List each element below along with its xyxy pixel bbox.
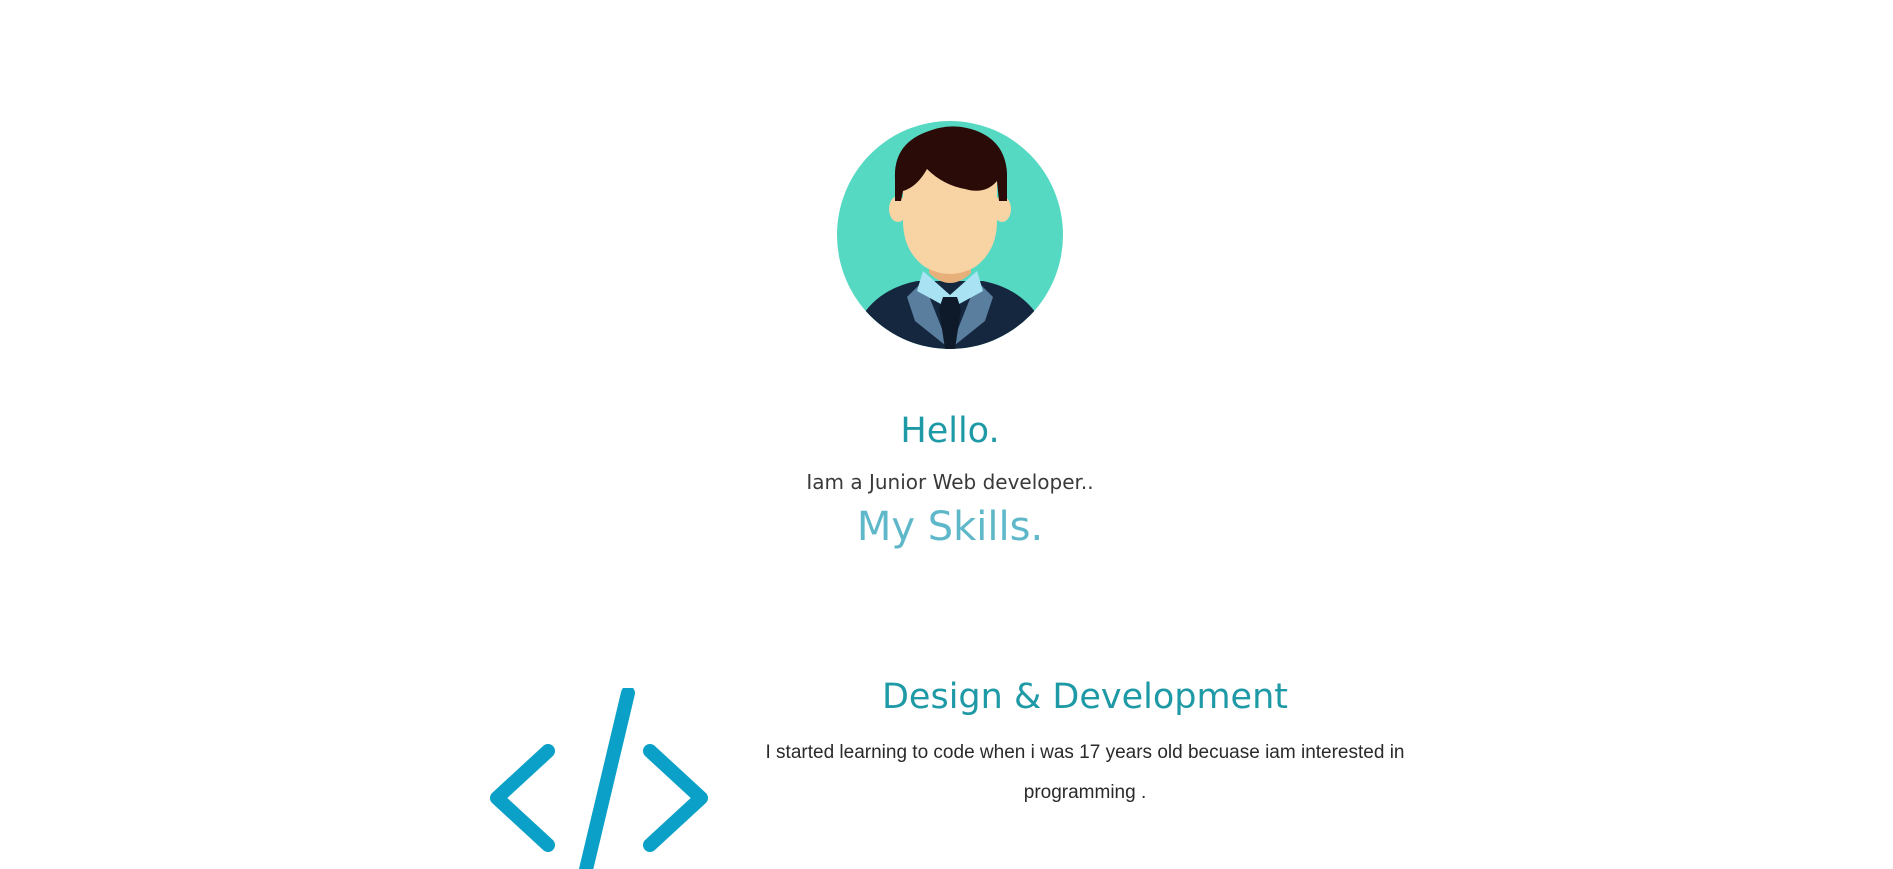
- developer-avatar-icon: [837, 121, 1063, 349]
- avatar: [837, 121, 1063, 349]
- skill-description: I started learning to code when i was 17…: [765, 742, 1405, 803]
- skill-title: Design & Development: [881, 677, 1288, 717]
- code-icon: [482, 688, 716, 869]
- skills-section-title: My Skills.: [856, 504, 1044, 550]
- role-subtitle: Iam a Junior Web developer..: [806, 470, 1094, 494]
- greeting-heading: Hello.: [900, 411, 1000, 451]
- page: Hello. Iam a Junior Web developer.. My S…: [0, 0, 1893, 869]
